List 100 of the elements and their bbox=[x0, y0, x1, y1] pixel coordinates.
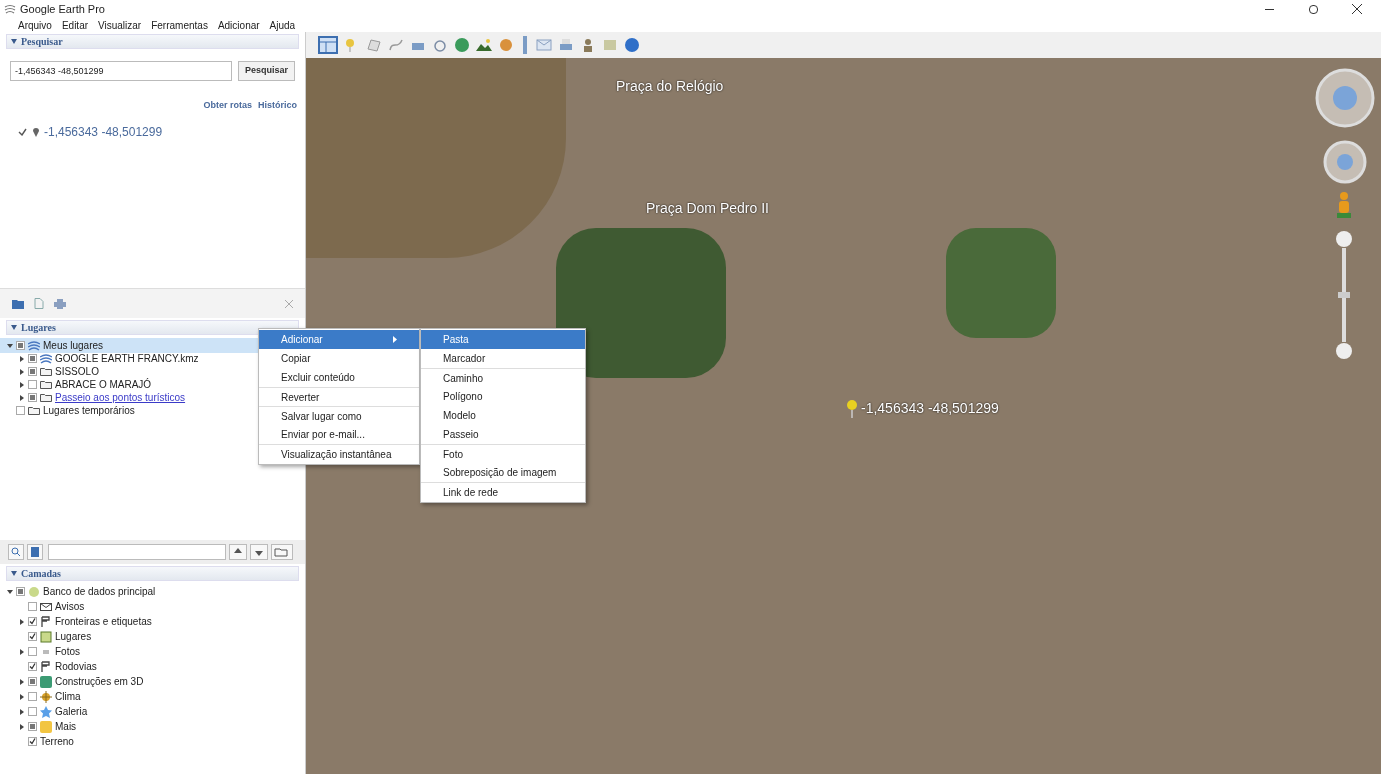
expand-arrow-icon[interactable] bbox=[18, 693, 25, 700]
placemark-label: -1,456343 -48,501299 bbox=[861, 399, 999, 418]
sidebar-toggle-icon[interactable] bbox=[318, 36, 338, 54]
folder-icon bbox=[28, 404, 40, 417]
checkbox[interactable] bbox=[28, 692, 37, 701]
checkbox[interactable] bbox=[16, 587, 25, 596]
folder-add-icon[interactable] bbox=[12, 298, 24, 309]
menu-item[interactable]: Passeio bbox=[421, 425, 585, 444]
search-icon[interactable] bbox=[8, 544, 24, 560]
checkbox[interactable] bbox=[28, 602, 37, 611]
globe-icon[interactable] bbox=[454, 37, 470, 53]
menu-item[interactable]: Editar bbox=[61, 17, 89, 33]
checkbox[interactable] bbox=[28, 677, 37, 686]
printer-icon[interactable] bbox=[558, 37, 574, 53]
path-icon[interactable] bbox=[388, 37, 404, 53]
menu-item[interactable]: Adicionar bbox=[259, 330, 419, 349]
link[interactable]: Histórico bbox=[258, 99, 297, 113]
menu-item[interactable]: Ajuda bbox=[269, 17, 296, 33]
expand-arrow-icon[interactable] bbox=[18, 381, 25, 388]
checkbox[interactable] bbox=[28, 617, 37, 626]
menu-item[interactable]: Adicionar bbox=[217, 17, 260, 33]
menu-item[interactable]: Marcador bbox=[421, 349, 585, 368]
tree-item[interactable]: Passeio aos pontos turísticos bbox=[0, 390, 194, 405]
collapse-arrow-icon[interactable] bbox=[6, 589, 13, 594]
checkbox[interactable] bbox=[16, 406, 25, 415]
ruler-icon[interactable] bbox=[520, 36, 530, 54]
tree-item[interactable]: GOOGLE EARTH FRANCY.kmz bbox=[0, 351, 207, 366]
expand-arrow-icon[interactable] bbox=[18, 648, 25, 655]
menu-item[interactable]: Arquivo bbox=[18, 17, 52, 33]
layer-item[interactable]: Avisos bbox=[0, 599, 93, 614]
checkbox[interactable] bbox=[28, 380, 37, 389]
expand-arrow-icon[interactable] bbox=[18, 618, 25, 625]
checkbox[interactable] bbox=[28, 662, 37, 671]
globe-icon[interactable] bbox=[624, 37, 640, 53]
expand-arrow-icon[interactable] bbox=[18, 394, 25, 401]
layer-item[interactable]: Lugares bbox=[0, 629, 100, 644]
checkbox[interactable] bbox=[28, 354, 37, 363]
collapse-arrow-icon[interactable] bbox=[6, 343, 13, 348]
place-label: Praça do Relógio bbox=[616, 77, 724, 96]
menu-item[interactable]: Reverter bbox=[259, 387, 419, 406]
document-icon[interactable] bbox=[34, 298, 44, 309]
menu-item[interactable]: Link de rede bbox=[421, 482, 585, 501]
menu-item[interactable]: Visualização instantânea bbox=[259, 444, 419, 463]
checkbox[interactable] bbox=[16, 341, 25, 350]
polygon-icon[interactable] bbox=[366, 37, 382, 53]
layer-item[interactable]: Mais bbox=[0, 719, 85, 734]
menu-item[interactable]: Modelo bbox=[421, 406, 585, 425]
window-title: Google Earth Pro bbox=[20, 1, 105, 17]
layer-item[interactable]: Clima bbox=[0, 689, 89, 704]
menu-item[interactable]: Ferramentas bbox=[151, 17, 208, 33]
search-result[interactable]: -1,456343 -48,501299 bbox=[44, 122, 163, 141]
tree-item[interactable]: ABRACE O MARAJÓ bbox=[0, 377, 160, 392]
menu-item[interactable]: Visualizar bbox=[98, 17, 142, 33]
checkbox[interactable] bbox=[28, 393, 37, 402]
menu-item[interactable]: Sobreposição de imagem bbox=[421, 463, 585, 482]
layer-item[interactable]: Terreno bbox=[0, 734, 82, 749]
layer-item[interactable]: Fronteiras e etiquetas bbox=[0, 614, 160, 629]
tour-icon[interactable] bbox=[432, 37, 448, 53]
layer-item[interactable]: Banco de dados principal bbox=[0, 584, 164, 599]
expand-arrow-icon[interactable] bbox=[18, 708, 25, 715]
checkbox[interactable] bbox=[28, 722, 37, 731]
search-field[interactable]: -1,456343 -48,501299 bbox=[10, 61, 232, 81]
expand-arrow-icon[interactable] bbox=[18, 355, 25, 362]
layer-item[interactable]: Rodovias bbox=[0, 659, 105, 674]
section-header[interactable]: Camadas bbox=[6, 566, 299, 581]
layer-item[interactable]: Fotos bbox=[0, 644, 88, 659]
menu-item[interactable]: Polígono bbox=[421, 387, 585, 406]
expand-arrow-icon[interactable] bbox=[18, 368, 25, 375]
landscape-icon[interactable] bbox=[476, 37, 492, 53]
menu-item[interactable]: Salvar lugar como bbox=[259, 406, 419, 425]
link[interactable]: Obter rotas bbox=[203, 99, 252, 113]
tree-item[interactable]: Lugares temporários bbox=[0, 403, 143, 418]
menu-item[interactable]: Foto bbox=[421, 444, 585, 463]
panel-icon[interactable] bbox=[27, 544, 43, 560]
section-header[interactable]: Lugares bbox=[6, 320, 299, 335]
layer-item[interactable]: Construções em 3D bbox=[0, 674, 152, 689]
printer-icon[interactable] bbox=[54, 298, 66, 309]
planet-icon[interactable] bbox=[498, 37, 514, 53]
menu-item[interactable]: Caminho bbox=[421, 368, 585, 387]
expand-arrow-icon[interactable] bbox=[18, 678, 25, 685]
look-control-icon[interactable] bbox=[1323, 140, 1367, 184]
checkbox[interactable] bbox=[28, 632, 37, 641]
menu-item[interactable]: Pasta bbox=[421, 330, 585, 349]
checkbox[interactable] bbox=[28, 737, 37, 746]
search-button[interactable]: Pesquisar bbox=[237, 61, 295, 81]
navigation-compass-icon[interactable] bbox=[1315, 68, 1375, 128]
checkbox[interactable] bbox=[28, 647, 37, 656]
zoom-slider-icon[interactable] bbox=[1335, 230, 1353, 360]
layer-item[interactable]: Galeria bbox=[0, 704, 96, 719]
section-header[interactable]: Pesquisar bbox=[6, 34, 299, 49]
expand-arrow-icon[interactable] bbox=[18, 723, 25, 730]
wave-icon bbox=[28, 339, 40, 352]
checkbox[interactable] bbox=[28, 367, 37, 376]
close-icon[interactable] bbox=[1352, 4, 1362, 14]
wave-icon bbox=[40, 352, 52, 365]
square-icon bbox=[40, 630, 52, 643]
checkbox[interactable] bbox=[28, 707, 37, 716]
layer-search-field[interactable] bbox=[48, 544, 226, 560]
tree-item[interactable]: SISSOLO bbox=[0, 364, 107, 379]
pushpin-icon[interactable] bbox=[846, 399, 858, 418]
